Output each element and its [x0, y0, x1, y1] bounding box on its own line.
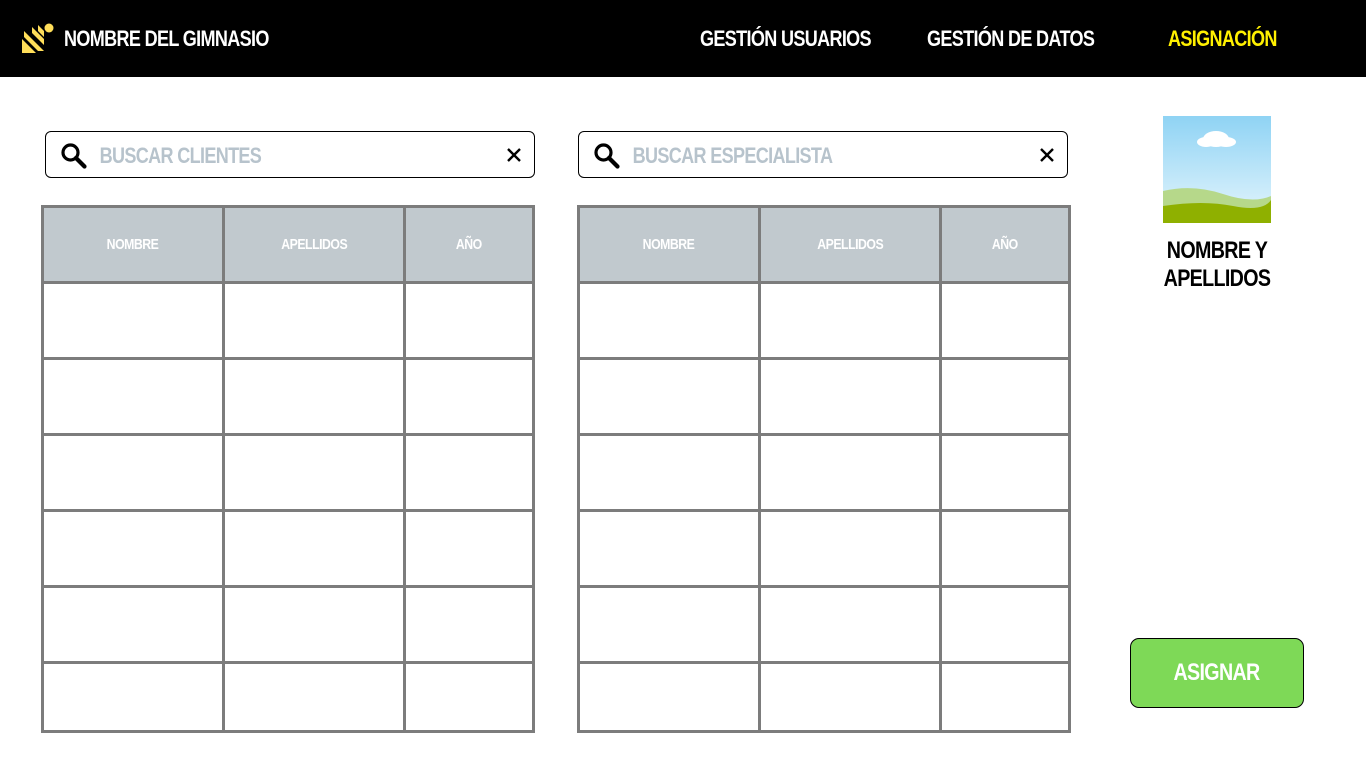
column-header-nombre[interactable]: NOMBRE: [41, 205, 225, 284]
table-cell[interactable]: [222, 433, 406, 512]
table-row[interactable]: [577, 357, 1071, 436]
table-cell[interactable]: [939, 509, 1071, 588]
nav-asignacion[interactable]: ASIGNACIÓN: [1168, 0, 1277, 77]
specialist-search-box: [578, 131, 1068, 178]
logo-icon: [22, 23, 54, 53]
table-cell[interactable]: [41, 661, 225, 733]
table-cell[interactable]: [758, 509, 942, 588]
table-cell[interactable]: [41, 433, 225, 512]
table-cell[interactable]: [403, 433, 535, 512]
table-cell[interactable]: [222, 585, 406, 664]
table-cell[interactable]: [403, 661, 535, 733]
selected-name: NOMBRE Y APELLIDOS: [1163, 237, 1271, 292]
table-header-row: NOMBRE APELLIDOS AÑO: [41, 205, 535, 284]
table-cell[interactable]: [939, 661, 1071, 733]
table-header-row: NOMBRE APELLIDOS AÑO: [577, 205, 1071, 284]
table-cell[interactable]: [758, 281, 942, 360]
table-cell[interactable]: [41, 357, 225, 436]
table-cell[interactable]: [758, 433, 942, 512]
specialist-search-input[interactable]: [631, 136, 946, 176]
table-cell[interactable]: [222, 509, 406, 588]
close-icon[interactable]: [1039, 147, 1055, 163]
table-row[interactable]: [41, 433, 535, 512]
table-cell[interactable]: [939, 433, 1071, 512]
table-cell[interactable]: [403, 281, 535, 360]
table-cell[interactable]: [758, 661, 942, 733]
specialists-table: NOMBRE APELLIDOS AÑO: [577, 205, 1071, 733]
clients-table: NOMBRE APELLIDOS AÑO: [41, 205, 535, 733]
table-cell[interactable]: [577, 509, 761, 588]
client-search-box: [45, 131, 535, 178]
column-header-ano[interactable]: AÑO: [403, 205, 535, 284]
table-cell[interactable]: [577, 357, 761, 436]
table-row[interactable]: [577, 433, 1071, 512]
column-header-apellidos[interactable]: APELLIDOS: [222, 205, 406, 284]
table-cell[interactable]: [758, 585, 942, 664]
brand-name: NOMBRE DEL GIMNASIO: [64, 26, 269, 51]
table-cell[interactable]: [41, 509, 225, 588]
column-header-nombre[interactable]: NOMBRE: [577, 205, 761, 284]
table-row[interactable]: [41, 281, 535, 360]
assign-button[interactable]: ASIGNAR: [1130, 638, 1304, 708]
table-cell[interactable]: [403, 509, 535, 588]
table-cell[interactable]: [222, 661, 406, 733]
table-cell[interactable]: [939, 357, 1071, 436]
table-cell[interactable]: [939, 281, 1071, 360]
table-cell[interactable]: [403, 357, 535, 436]
table-row[interactable]: [41, 661, 535, 733]
table-cell[interactable]: [222, 281, 406, 360]
table-cell[interactable]: [41, 585, 225, 664]
column-header-apellidos[interactable]: APELLIDOS: [758, 205, 942, 284]
table-row[interactable]: [41, 357, 535, 436]
table-row[interactable]: [41, 509, 535, 588]
nav-gestion-de-datos[interactable]: GESTIÓN DE DATOS: [927, 0, 1095, 77]
table-cell[interactable]: [222, 357, 406, 436]
column-header-ano[interactable]: AÑO: [939, 205, 1071, 284]
table-cell[interactable]: [41, 281, 225, 360]
table-row[interactable]: [577, 585, 1071, 664]
close-icon[interactable]: [506, 147, 522, 163]
table-cell[interactable]: [577, 281, 761, 360]
search-icon: [594, 143, 620, 169]
search-icon: [61, 143, 87, 169]
table-row[interactable]: [41, 585, 535, 664]
client-search-input[interactable]: [98, 136, 413, 176]
top-navigation-bar: NOMBRE DEL GIMNASIO GESTIÓN USUARIOS GES…: [0, 0, 1366, 77]
table-cell[interactable]: [577, 661, 761, 733]
table-cell[interactable]: [403, 585, 535, 664]
table-cell[interactable]: [939, 585, 1071, 664]
image-placeholder-icon: [1163, 116, 1271, 223]
table-row[interactable]: [577, 281, 1071, 360]
table-cell[interactable]: [577, 585, 761, 664]
table-cell[interactable]: [577, 433, 761, 512]
table-row[interactable]: [577, 661, 1071, 733]
table-row[interactable]: [577, 509, 1071, 588]
table-cell[interactable]: [758, 357, 942, 436]
nav-gestion-usuarios[interactable]: GESTIÓN USUARIOS: [700, 0, 872, 77]
